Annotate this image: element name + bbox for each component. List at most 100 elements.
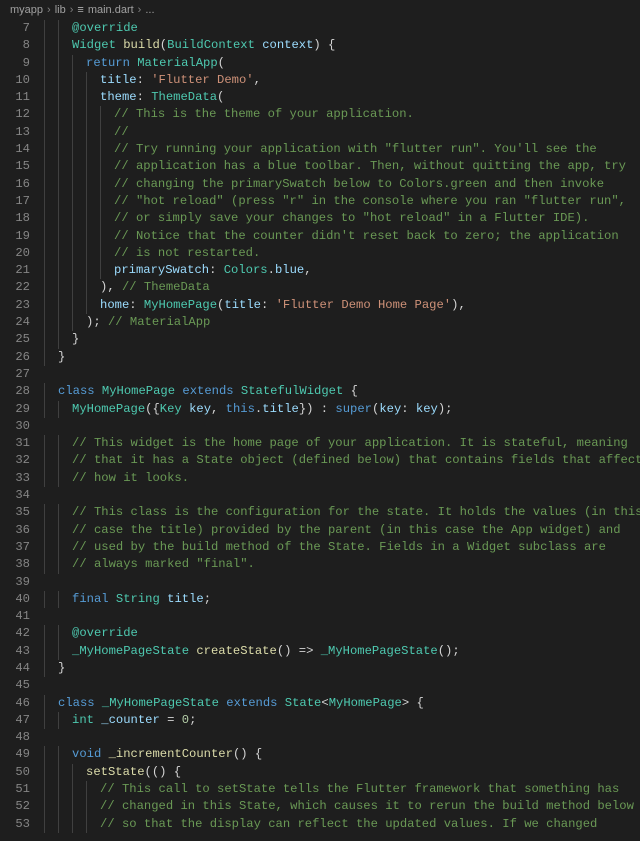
breadcrumb-item[interactable]: myapp	[10, 3, 43, 18]
line-number: 28	[0, 383, 30, 400]
code-line[interactable]: // is not restarted.	[44, 245, 640, 262]
token-ann: @override	[72, 21, 138, 35]
code-line[interactable]: }	[44, 331, 640, 348]
code-line[interactable]: @override	[44, 20, 640, 37]
code-line[interactable]: // Notice that the counter didn't reset …	[44, 228, 640, 245]
line-number: 31	[0, 435, 30, 452]
token-comm: // how it looks.	[72, 471, 189, 485]
line-number: 21	[0, 262, 30, 279]
line-number: 33	[0, 470, 30, 487]
token-punct: ),	[100, 280, 122, 294]
code-line[interactable]: // This is the theme of your application…	[44, 106, 640, 123]
code-line[interactable]: // how it looks.	[44, 470, 640, 487]
code-line[interactable]: Widget build(BuildContext context) {	[44, 37, 640, 54]
line-number: 43	[0, 643, 30, 660]
token-type: MaterialApp	[137, 56, 217, 70]
token-type: Colors	[224, 263, 268, 277]
token-punct	[95, 696, 102, 710]
code-area[interactable]: @override Widget build(BuildContext conte…	[44, 20, 640, 841]
code-line[interactable]: theme: ThemeData(	[44, 89, 640, 106]
code-line[interactable]	[44, 729, 640, 746]
code-line[interactable]: @override	[44, 625, 640, 642]
token-comm: // ThemeData	[122, 280, 210, 294]
code-line[interactable]	[44, 677, 640, 694]
token-punct: :	[137, 73, 152, 87]
token-param: title	[262, 402, 299, 416]
code-line[interactable]: int _counter = 0;	[44, 712, 640, 729]
code-line[interactable]: // This call to setState tells the Flutt…	[44, 781, 640, 798]
code-line[interactable]: // Try running your application with "fl…	[44, 141, 640, 158]
line-number: 40	[0, 591, 30, 608]
code-line[interactable]: // application has a blue toolbar. Then,…	[44, 158, 640, 175]
token-punct: ) {	[313, 38, 335, 52]
breadcrumb-item[interactable]: lib	[55, 3, 66, 18]
token-punct: }	[58, 661, 65, 675]
code-line[interactable]: primarySwatch: Colors.blue,	[44, 262, 640, 279]
line-number: 24	[0, 314, 30, 331]
token-punct: (	[218, 56, 225, 70]
code-line[interactable]: // changed in this State, which causes i…	[44, 798, 640, 815]
code-line[interactable]	[44, 487, 640, 504]
code-line[interactable]: // "hot reload" (press "r" in the consol…	[44, 193, 640, 210]
code-line[interactable]: return MaterialApp(	[44, 55, 640, 72]
code-line[interactable]: // so that the display can reflect the u…	[44, 816, 640, 833]
token-punct: ;	[204, 592, 211, 606]
code-line[interactable]: class MyHomePage extends StatefulWidget …	[44, 383, 640, 400]
token-punct: );	[86, 315, 108, 329]
code-line[interactable]: class _MyHomePageState extends State<MyH…	[44, 695, 640, 712]
code-line[interactable]: ); // MaterialApp	[44, 314, 640, 331]
token-fn: build	[123, 38, 160, 52]
breadcrumb[interactable]: myapp › lib › ≡ main.dart › ...	[0, 0, 640, 20]
code-line[interactable]	[44, 608, 640, 625]
code-line[interactable]: //	[44, 124, 640, 141]
code-line[interactable]: MyHomePage({Key key, this.title}) : supe…	[44, 401, 640, 418]
code-line[interactable]: // always marked "final".	[44, 556, 640, 573]
code-line[interactable]: // case the title) provided by the paren…	[44, 522, 640, 539]
code-line[interactable]: title: 'Flutter Demo',	[44, 72, 640, 89]
chevron-right-icon: ›	[138, 3, 142, 18]
line-number: 8	[0, 37, 30, 54]
line-number: 51	[0, 781, 30, 798]
token-comm: //	[114, 125, 129, 139]
code-line[interactable]: }	[44, 660, 640, 677]
code-line[interactable]: // that it has a State object (defined b…	[44, 452, 640, 469]
token-num: 0	[182, 713, 189, 727]
code-line[interactable]: // This class is the configuration for t…	[44, 504, 640, 521]
token-type: MyHomePage	[72, 402, 145, 416]
line-number: 9	[0, 55, 30, 72]
code-line[interactable]: ), // ThemeData	[44, 279, 640, 296]
token-punct: > {	[402, 696, 424, 710]
code-line[interactable]: // or simply save your changes to "hot r…	[44, 210, 640, 227]
code-editor[interactable]: 7891011121314151617181920212223242526272…	[0, 20, 640, 841]
breadcrumb-item[interactable]: ...	[145, 3, 154, 18]
token-punct: (() {	[145, 765, 182, 779]
code-line[interactable]: // This widget is the home page of your …	[44, 435, 640, 452]
line-number: 32	[0, 452, 30, 469]
token-kw: void	[72, 747, 101, 761]
code-line[interactable]: _MyHomePageState createState() => _MyHom…	[44, 643, 640, 660]
token-type: _MyHomePageState	[72, 644, 189, 658]
token-punct: );	[438, 402, 453, 416]
code-line[interactable]	[44, 574, 640, 591]
code-line[interactable]: void _incrementCounter() {	[44, 746, 640, 763]
code-line[interactable]	[44, 366, 640, 383]
token-punct: }	[58, 350, 65, 364]
token-comm: // Notice that the counter didn't reset …	[114, 229, 619, 243]
code-line[interactable]	[44, 418, 640, 435]
token-type: StatefulWidget	[241, 384, 343, 398]
code-line[interactable]: setState(() {	[44, 764, 640, 781]
code-line[interactable]: home: MyHomePage(title: 'Flutter Demo Ho…	[44, 297, 640, 314]
line-number: 25	[0, 331, 30, 348]
code-line[interactable]: final String title;	[44, 591, 640, 608]
code-line[interactable]: // used by the build method of the State…	[44, 539, 640, 556]
line-number: 30	[0, 418, 30, 435]
token-comm: // This widget is the home page of your …	[72, 436, 628, 450]
line-number: 26	[0, 349, 30, 366]
token-param: _counter	[101, 713, 160, 727]
line-number: 12	[0, 106, 30, 123]
token-param: key	[189, 402, 211, 416]
code-line[interactable]: // changing the primarySwatch below to C…	[44, 176, 640, 193]
token-punct: ();	[438, 644, 460, 658]
code-line[interactable]: }	[44, 349, 640, 366]
breadcrumb-item[interactable]: main.dart	[88, 3, 134, 18]
